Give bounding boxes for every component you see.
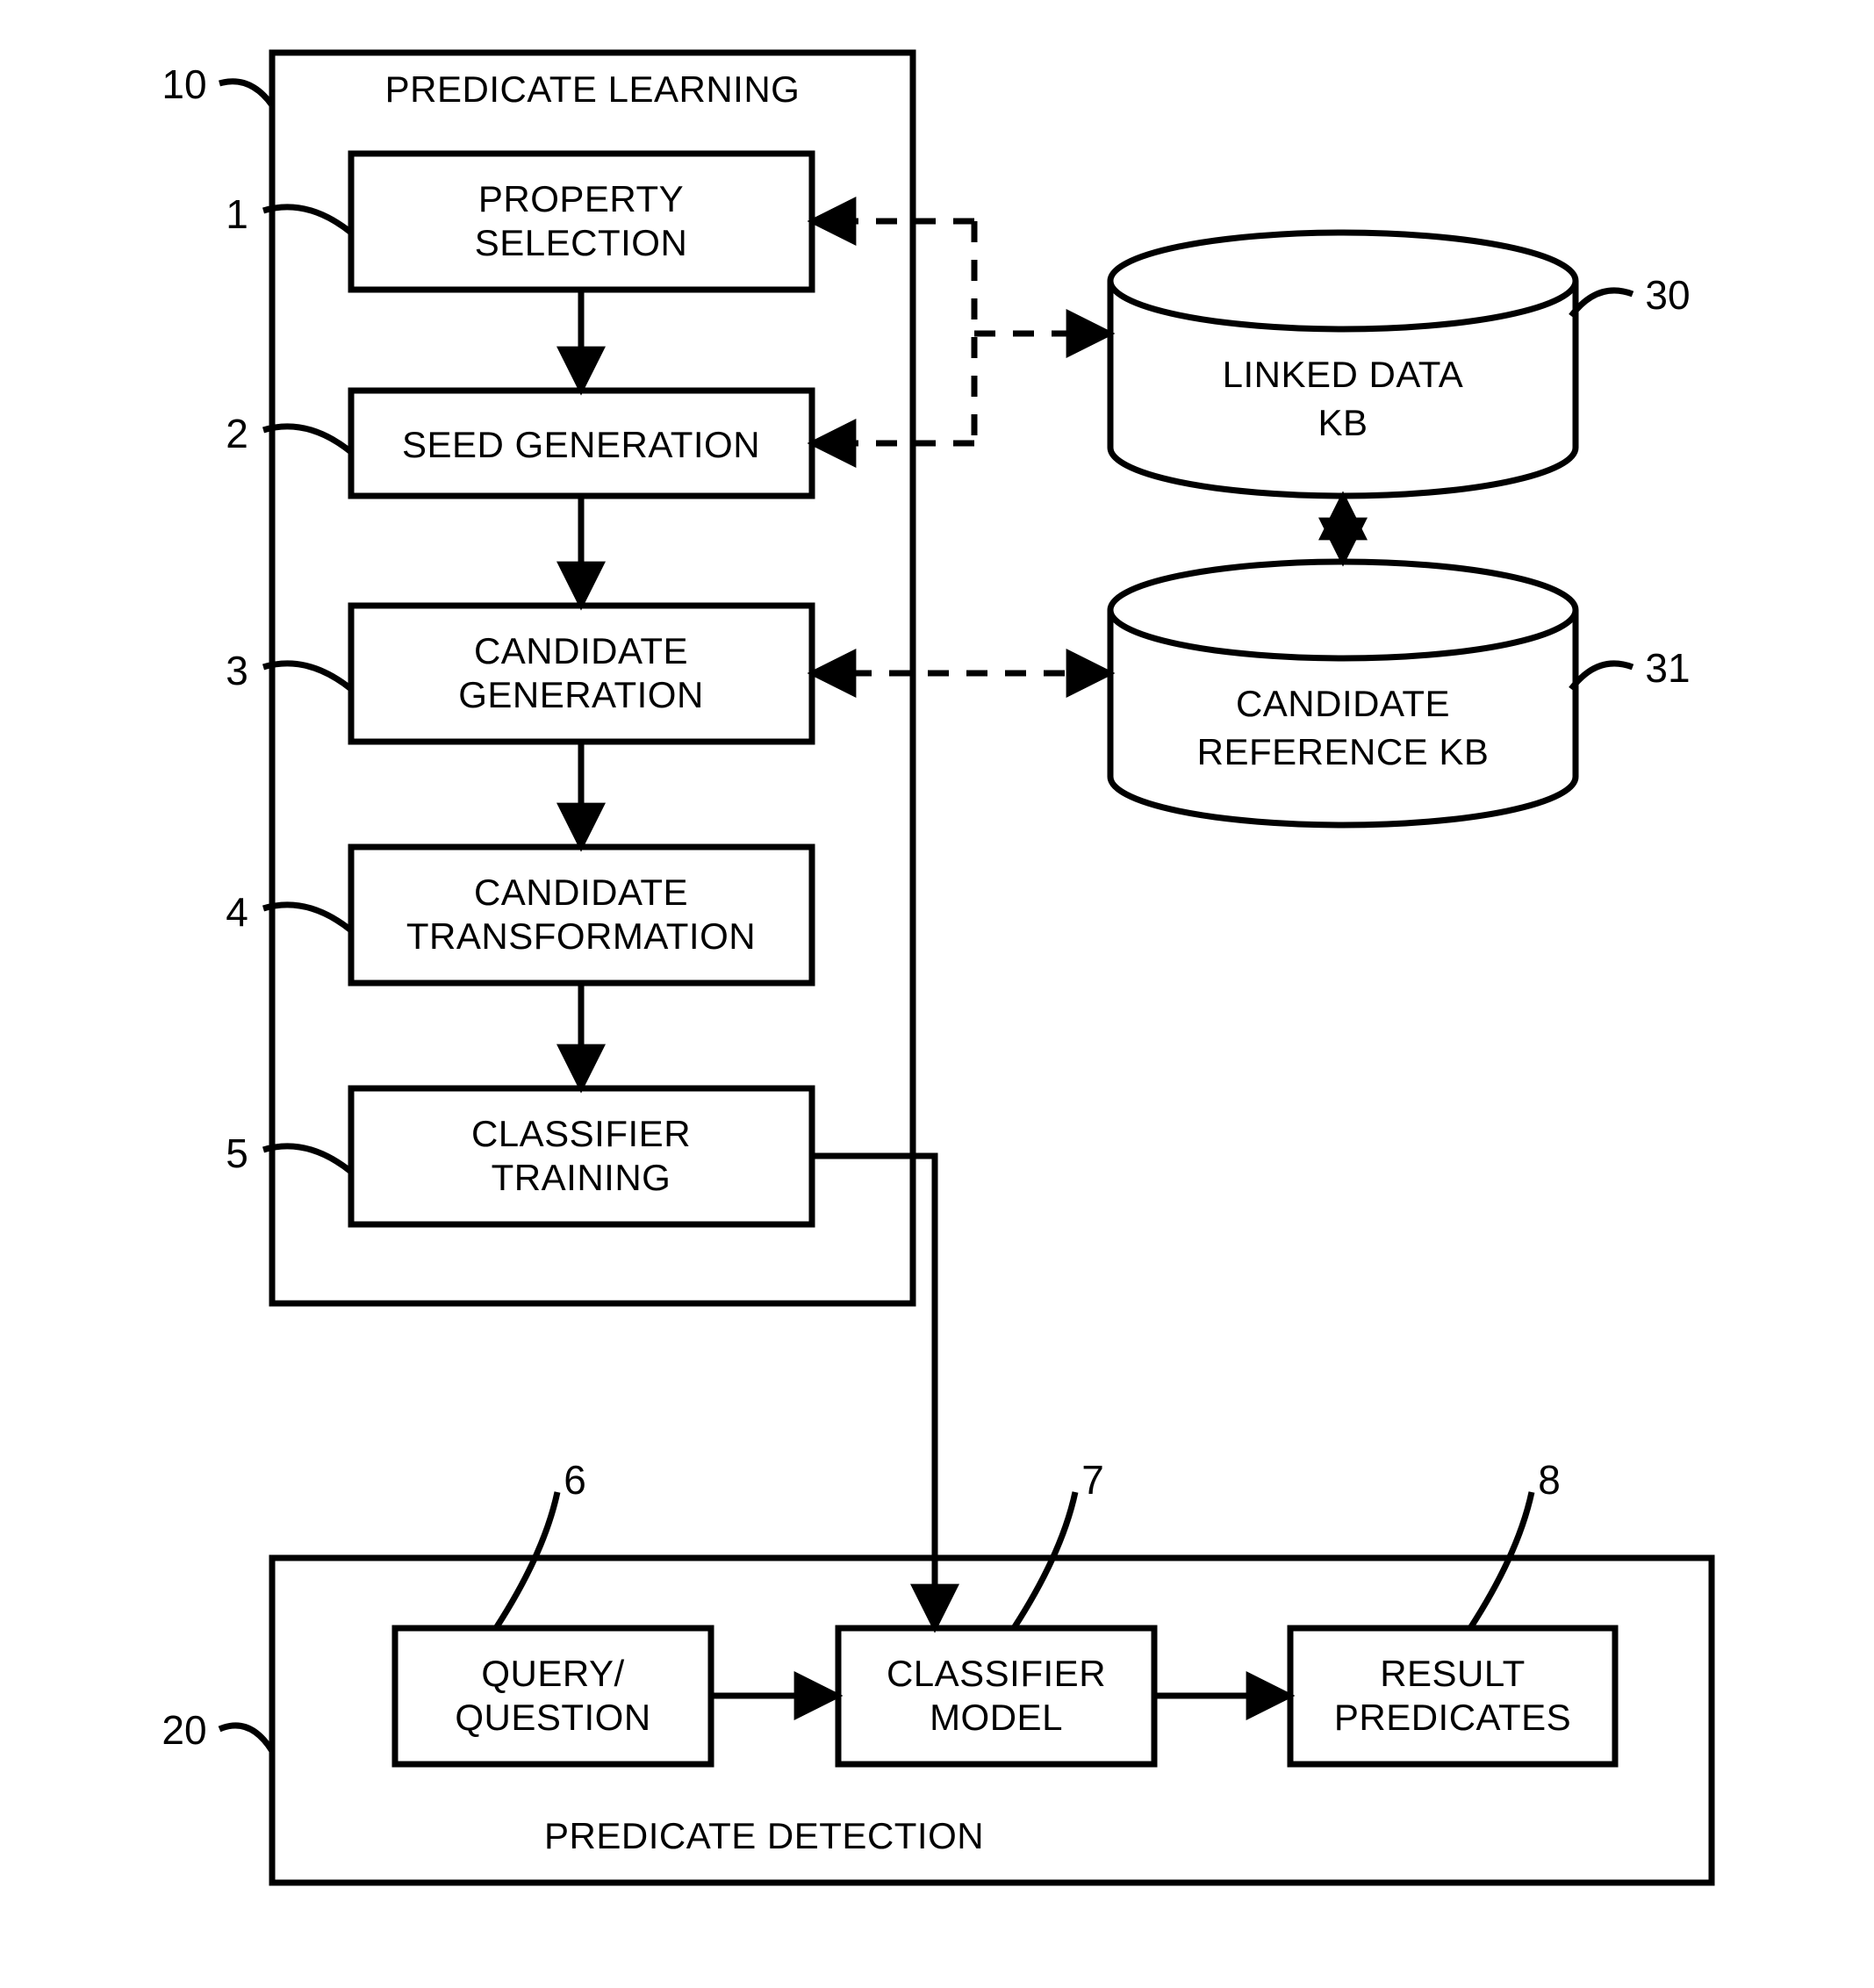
svg-text:CANDIDATE: CANDIDATE	[474, 872, 688, 913]
candidate-reference-kb-cylinder: CANDIDATE REFERENCE KB	[1110, 562, 1576, 825]
svg-text:30: 30	[1645, 272, 1690, 318]
predicate-learning-container: PREDICATE LEARNING PROPERTY SELECTION SE…	[272, 53, 913, 1303]
svg-text:CLASSIFIER: CLASSIFIER	[471, 1113, 691, 1154]
classifier-training-box: CLASSIFIER TRAINING	[351, 1088, 812, 1224]
svg-text:7: 7	[1081, 1457, 1104, 1503]
predicate-learning-title: PREDICATE LEARNING	[385, 68, 801, 110]
result-predicates-box: RESULT PREDICATES	[1290, 1628, 1615, 1764]
predicate-detection-container: PREDICATE DETECTION QUERY/ QUESTION CLAS…	[272, 1558, 1712, 1883]
svg-text:SEED GENERATION: SEED GENERATION	[402, 424, 760, 465]
svg-text:KB: KB	[1318, 402, 1368, 443]
svg-text:LINKED DATA: LINKED DATA	[1223, 354, 1464, 395]
svg-text:SELECTION: SELECTION	[475, 222, 688, 263]
query-question-box: QUERY/ QUESTION	[395, 1628, 711, 1764]
svg-text:QUERY/: QUERY/	[481, 1653, 624, 1694]
svg-text:20: 20	[162, 1707, 206, 1753]
svg-text:PREDICATES: PREDICATES	[1334, 1697, 1571, 1738]
svg-text:PROPERTY: PROPERTY	[478, 178, 684, 219]
svg-text:3: 3	[226, 648, 248, 693]
predicate-detection-title: PREDICATE DETECTION	[544, 1815, 984, 1856]
candidate-transformation-box: CANDIDATE TRANSFORMATION	[351, 847, 812, 983]
svg-text:MODEL: MODEL	[930, 1697, 1063, 1738]
candidate-generation-box: CANDIDATE GENERATION	[351, 606, 812, 742]
svg-text:4: 4	[226, 889, 248, 935]
property-selection-box: PROPERTY SELECTION	[351, 154, 812, 290]
classifier-model-box: CLASSIFIER MODEL	[838, 1628, 1154, 1764]
svg-text:10: 10	[162, 61, 206, 107]
dashed-connectors	[812, 221, 1110, 673]
reference-labels: 10 1 2 3 4 5 20 30 31 6 7 8	[162, 61, 1690, 1753]
svg-text:31: 31	[1645, 645, 1690, 691]
svg-text:8: 8	[1538, 1457, 1561, 1503]
svg-text:CANDIDATE: CANDIDATE	[1236, 683, 1450, 724]
svg-text:RESULT: RESULT	[1380, 1653, 1526, 1694]
svg-text:CLASSIFIER: CLASSIFIER	[887, 1653, 1106, 1694]
svg-text:1: 1	[226, 191, 248, 237]
svg-text:GENERATION: GENERATION	[458, 674, 704, 715]
svg-text:TRAINING: TRAINING	[492, 1157, 671, 1198]
svg-text:CANDIDATE: CANDIDATE	[474, 630, 688, 671]
svg-text:5: 5	[226, 1130, 248, 1176]
svg-text:6: 6	[564, 1457, 586, 1503]
svg-text:TRANSFORMATION: TRANSFORMATION	[406, 915, 756, 957]
svg-text:QUESTION: QUESTION	[455, 1697, 650, 1738]
svg-text:REFERENCE KB: REFERENCE KB	[1197, 731, 1490, 772]
svg-text:2: 2	[226, 411, 248, 456]
linked-data-kb-cylinder: LINKED DATA KB	[1110, 233, 1576, 496]
seed-generation-box: SEED GENERATION	[351, 391, 812, 496]
